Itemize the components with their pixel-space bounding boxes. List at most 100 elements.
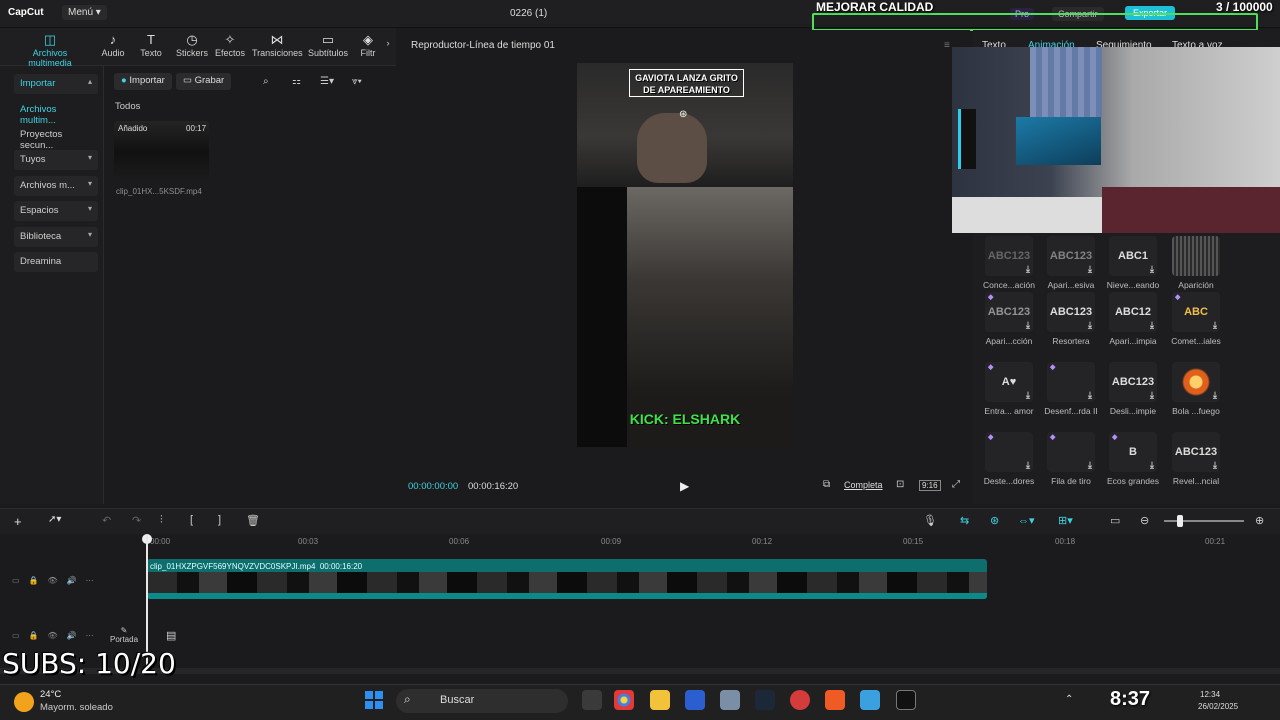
trim-right-icon[interactable]: ]: [218, 514, 221, 526]
fit-icon[interactable]: ▭: [1110, 514, 1120, 527]
chrome-icon[interactable]: [614, 690, 634, 710]
animation-item[interactable]: ◆ ABC123 ⤓ Apari...cción: [981, 292, 1037, 346]
link-main-track-icon[interactable]: ⇆: [960, 514, 969, 527]
nav-secondary-projects[interactable]: Proyectos secun...: [14, 125, 98, 151]
capcut-taskbar-icon[interactable]: [896, 690, 916, 710]
tool-stickers[interactable]: ◷ Stickers: [174, 32, 210, 58]
quality-full-button[interactable]: Completa: [844, 480, 883, 490]
tool-text[interactable]: T Texto: [136, 32, 166, 58]
animation-item[interactable]: ABC123 ⤓ Desli...impie: [1105, 362, 1161, 416]
animation-item[interactable]: ABC123 ⤓ Resortera: [1043, 292, 1099, 346]
magnet-icon[interactable]: ⊛: [990, 514, 999, 527]
animation-item[interactable]: ABC1 ⤓ Nieve...eando: [1105, 236, 1161, 290]
animation-item[interactable]: ◆ ⤓ Fila de tiro: [1043, 432, 1099, 486]
preview-text: ABC: [1184, 306, 1208, 318]
tray-expand-icon[interactable]: ⌃: [1065, 694, 1073, 705]
view-mode-icon[interactable]: ⚏: [292, 76, 301, 87]
crop-icon[interactable]: ⧉: [823, 479, 830, 490]
tool-filters[interactable]: ◈ Filtr: [356, 32, 380, 58]
preview-axis-icon[interactable]: ⊞▾: [1058, 514, 1073, 527]
system-date[interactable]: 26/02/2025: [1198, 702, 1238, 711]
taskbar-search[interactable]: Buscar: [396, 689, 568, 713]
nav-media-files-2[interactable]: Archivos m... ▾: [14, 176, 98, 196]
animation-item[interactable]: ABC12 ⤓ Apari...impia: [1105, 292, 1161, 346]
tool-effects[interactable]: ✧ Efectos: [214, 32, 246, 58]
timeline-area[interactable]: [0, 534, 1280, 684]
nav-dreamina[interactable]: Dreamina: [14, 252, 98, 272]
ruler-tick: 00:09: [601, 537, 622, 546]
fullscreen-icon[interactable]: ⤢: [952, 479, 960, 490]
file-explorer-icon[interactable]: [650, 690, 670, 710]
animation-item[interactable]: ◆ ⤓ Desenf...rda II: [1043, 362, 1099, 416]
sun-icon[interactable]: [14, 692, 34, 712]
track-controls[interactable]: ▭🔒👁🔊⋯: [12, 576, 103, 585]
trim-left-icon[interactable]: [: [190, 514, 193, 526]
animation-item[interactable]: ◆ B ⤓ Ecos grandes: [1105, 432, 1161, 486]
tool-label: Efectos: [214, 48, 245, 58]
play-button[interactable]: ▶: [680, 479, 689, 493]
video-caption[interactable]: GAVIOTA LANZA GRITO DE APAREAMIENTO: [629, 69, 744, 97]
nav-media-files[interactable]: Archivos multim...: [14, 100, 98, 126]
weather-temp[interactable]: 24°C: [40, 689, 61, 700]
animation-item[interactable]: ◆ ABC ⤓ Comet...iales: [1168, 292, 1224, 346]
nav-library[interactable]: Biblioteca ▾: [14, 227, 98, 247]
steam-icon[interactable]: [755, 690, 775, 710]
toolbar-scroll-right-icon[interactable]: ›: [382, 38, 394, 48]
zoom-in-icon[interactable]: ⊕: [1255, 514, 1264, 527]
video-preview[interactable]: GAVIOTA LANZA GRITO DE APAREAMIENTO ⊛ KI…: [577, 63, 793, 447]
animation-item[interactable]: ABC123 ⤓ Conce...ación: [981, 236, 1037, 290]
task-view-icon[interactable]: [582, 690, 602, 710]
filter-funnel-icon[interactable]: ⩔▾: [352, 76, 362, 87]
nav-import[interactable]: Importar ▴: [14, 74, 98, 94]
screenshot-icon[interactable]: ⊡: [896, 479, 904, 490]
microphone-icon[interactable]: 🎙: [923, 514, 937, 527]
linkage-icon[interactable]: ⇔▾: [1018, 514, 1035, 527]
split-icon[interactable]: ⫶: [160, 514, 163, 527]
rotate-handle-icon[interactable]: ⊛: [679, 109, 687, 120]
settings-gear-icon[interactable]: [720, 690, 740, 710]
zoom-slider-handle[interactable]: [1177, 515, 1183, 527]
delete-icon[interactable]: 🗑: [246, 514, 260, 527]
filter-all[interactable]: Todos: [115, 101, 140, 112]
tool-transitions[interactable]: ⋈ Transiciones: [252, 32, 303, 58]
windows-start-icon[interactable]: [365, 691, 383, 709]
zoom-out-icon[interactable]: ⊖: [1140, 514, 1149, 527]
photos-icon[interactable]: [860, 690, 880, 710]
kick-overlay-text: KICK: ELSHARK: [629, 411, 741, 427]
record-button[interactable]: ▭ Grabar: [176, 73, 232, 90]
redo-icon[interactable]: ↷: [132, 514, 141, 527]
zoom-slider[interactable]: [1164, 520, 1244, 522]
asset-toolbar: ◫ Archivos multimedia ♪ Audio T Texto ◷ Stic…: [0, 28, 396, 68]
sort-icon[interactable]: ☰▾: [320, 76, 334, 87]
menu-button[interactable]: Menú ▾: [62, 5, 107, 20]
nav-spaces[interactable]: Espacios ▾: [14, 201, 98, 221]
animation-item[interactable]: Aparición: [1168, 236, 1224, 290]
tool-subtitles[interactable]: ▭ Subtítulos: [306, 32, 350, 58]
undo-icon[interactable]: ↶: [102, 514, 111, 527]
search-icon[interactable]: ⌕: [263, 76, 269, 87]
nav-label: Biblioteca: [20, 231, 62, 242]
brave-icon[interactable]: [825, 690, 845, 710]
select-tool-icon[interactable]: ➚▾: [48, 514, 61, 525]
add-track-icon[interactable]: +: [14, 514, 22, 529]
system-time[interactable]: 12:34: [1200, 690, 1220, 699]
animation-label: Apari...cción: [985, 336, 1033, 346]
animation-item[interactable]: ◆ A♥ ⤓ Entra... amor: [981, 362, 1037, 416]
animation-item[interactable]: ABC123 ⤓ Apari...esiva: [1043, 236, 1099, 290]
tool-audio[interactable]: ♪ Audio: [98, 32, 128, 58]
aspect-ratio-button[interactable]: 9:16: [919, 480, 941, 491]
animation-item[interactable]: ⤓ Bola ...fuego: [1168, 362, 1224, 416]
timeline-scrollbar[interactable]: [0, 668, 1280, 674]
tool-media[interactable]: ◫ Archivos multimedia: [10, 32, 90, 68]
animation-item[interactable]: ◆ ⤓ Deste...dores: [981, 432, 1037, 486]
panel-menu-icon[interactable]: ≡: [944, 40, 950, 51]
animation-item[interactable]: ABC123 ⤓ Revel...ncial: [1168, 432, 1224, 486]
app-diamond-icon[interactable]: [685, 690, 705, 710]
weather-desc[interactable]: Mayorm. soleado: [40, 702, 113, 713]
import-button[interactable]: ● Importar: [114, 73, 172, 90]
cover-button[interactable]: ✎ Portada: [110, 626, 138, 644]
track-controls[interactable]: ▭🔒👁🔊⋯: [12, 631, 103, 640]
recording-app-icon[interactable]: [790, 690, 810, 710]
animation-preview: ◆ ⤓: [985, 432, 1033, 472]
nav-yours[interactable]: Tuyos ▾: [14, 150, 98, 170]
